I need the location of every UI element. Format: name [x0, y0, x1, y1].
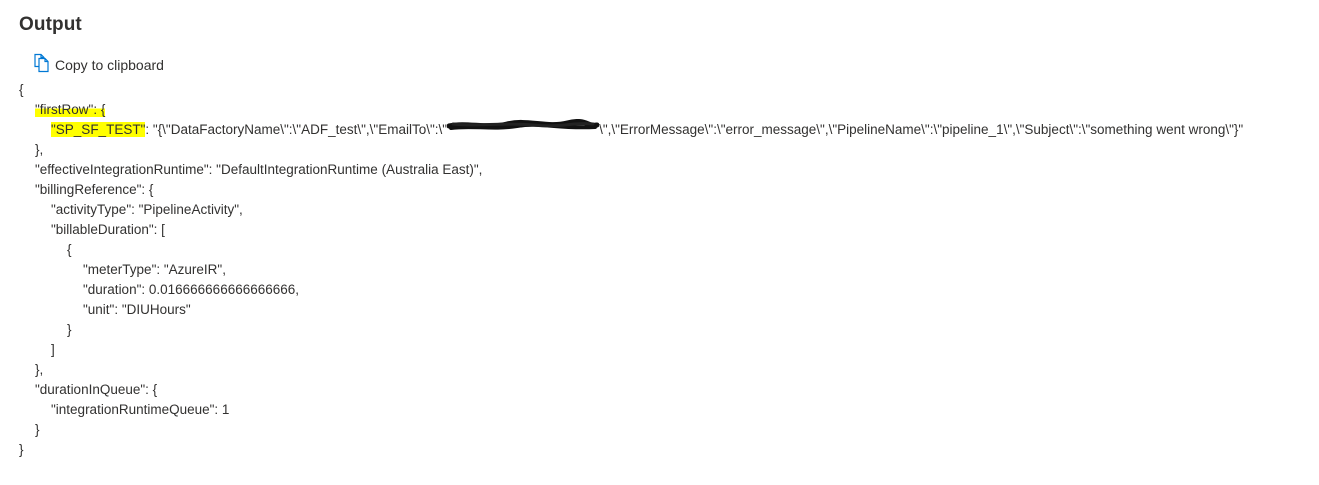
output-title: Output — [19, 14, 82, 35]
highlighted-firstrow-key: "firstRow": { — [35, 102, 106, 117]
highlighted-sp-key: "SP_SF_TEST" — [51, 122, 146, 137]
copy-to-clipboard-button[interactable]: Copy to clipboard — [33, 53, 164, 77]
copy-to-clipboard-label: Copy to clipboard — [55, 57, 164, 73]
json-line: "billingReference": { — [35, 182, 154, 197]
sp-value-end: \",\"ErrorMessage\":\"error_message\",\"… — [599, 122, 1244, 137]
json-line: "integrationRuntimeQueue": 1 — [51, 402, 230, 417]
json-output[interactable]: { "firstRow": { "SP_SF_TEST": "{\"DataFa… — [19, 80, 1314, 460]
json-line: }, — [35, 142, 44, 157]
json-line: "firstRow": { — [19, 100, 1314, 120]
copy-icon — [33, 53, 51, 73]
redacted-email-scribble — [446, 119, 600, 139]
json-line: "durationInQueue": { — [35, 382, 158, 397]
json-line-sp-sf-test: "SP_SF_TEST": "{\"DataFactoryName\":\"AD… — [19, 119, 1314, 140]
json-line: "unit": "DIUHours" — [83, 302, 191, 317]
sp-value-start: : "{\"DataFactoryName\":\"ADF_test\",\"E… — [145, 122, 448, 137]
json-line: "activityType": "PipelineActivity", — [51, 202, 243, 217]
json-line: } — [67, 322, 72, 337]
json-line: ] — [51, 342, 55, 357]
json-line: "meterType": "AzureIR", — [83, 262, 226, 277]
json-line: } — [19, 442, 24, 457]
json-line: } — [35, 422, 40, 437]
json-line: "billableDuration": [ — [51, 222, 165, 237]
json-line: "duration": 0.016666666666666666, — [83, 282, 300, 297]
json-line: }, — [35, 362, 44, 377]
json-line: { — [19, 82, 24, 97]
json-line: { — [67, 242, 72, 257]
json-line: "effectiveIntegrationRuntime": "DefaultI… — [35, 162, 483, 177]
